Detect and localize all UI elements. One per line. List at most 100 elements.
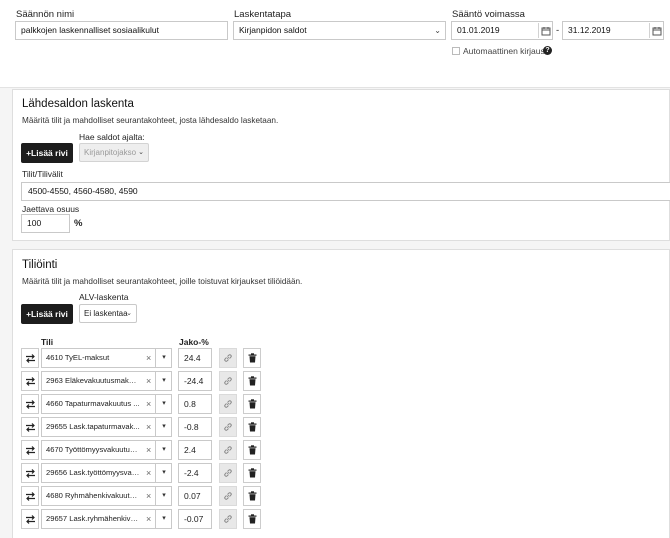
add-row-button[interactable]: +Lisää rivi: [21, 304, 73, 324]
start-date-value: 01.01.2019: [457, 25, 500, 35]
account-select[interactable]: 4660 Tapaturmavakuutus ... × ▾: [41, 394, 172, 414]
link-icon[interactable]: [219, 371, 237, 391]
source-description: Määritä tilit ja mahdolliset seurantakoh…: [22, 116, 279, 125]
rule-header: Säännön nimi palkkojen laskennalliset so…: [0, 0, 670, 88]
posting-description: Määritä tilit ja mahdolliset seurantakoh…: [22, 277, 303, 286]
vat-select-value: Ei laskentaa: [84, 309, 128, 318]
account-select[interactable]: 29656 Lask.työttömyysvak... × ▾: [41, 463, 172, 483]
swap-icon[interactable]: [21, 440, 39, 460]
swap-icon[interactable]: [21, 348, 39, 368]
account-select-value: 4680 Ryhmähenkivakuutus...: [46, 491, 140, 500]
account-select-value: 2963 Eläkevakuutusmaksu ...: [46, 376, 140, 385]
trash-icon[interactable]: [243, 509, 261, 529]
clear-icon[interactable]: ×: [146, 464, 151, 482]
caret-down-icon[interactable]: ▾: [155, 464, 171, 482]
accounts-label: Tilit/Tilivälit: [22, 169, 63, 179]
account-select[interactable]: 29657 Lask.ryhmähenkiva... × ▾: [41, 509, 172, 529]
caret-down-icon[interactable]: ▾: [155, 349, 171, 367]
link-icon[interactable]: [219, 348, 237, 368]
swap-icon[interactable]: [21, 394, 39, 414]
percent-input[interactable]: 0.07: [178, 486, 212, 506]
share-label: Jaettava osuus: [22, 204, 80, 214]
account-select-value: 4660 Tapaturmavakuutus ...: [46, 399, 140, 408]
posting-title: Tiliöinti: [22, 259, 58, 271]
percent-input[interactable]: -0.07: [178, 509, 212, 529]
account-select[interactable]: 4610 TyEL-maksut × ▾: [41, 348, 172, 368]
account-select-value: 29657 Lask.ryhmähenkiva...: [46, 514, 140, 523]
fetch-period-value: Kirjanpitojakso: [84, 148, 137, 157]
account-select-value: 4670 Työttömyysvakuutus ...: [46, 445, 140, 454]
account-select[interactable]: 2963 Eläkevakuutusmaksu ... × ▾: [41, 371, 172, 391]
start-date-input[interactable]: 01.01.2019: [451, 21, 553, 40]
help-icon[interactable]: ?: [543, 46, 552, 55]
account-select[interactable]: 29655 Lask.tapaturmavak... × ▾: [41, 417, 172, 437]
trash-icon[interactable]: [243, 394, 261, 414]
swap-icon[interactable]: [21, 371, 39, 391]
caret-down-icon[interactable]: ▾: [155, 372, 171, 390]
rule-name-input[interactable]: palkkojen laskennalliset sosiaalikulut: [15, 21, 228, 40]
caret-down-icon[interactable]: ▾: [155, 487, 171, 505]
vat-select[interactable]: Ei laskentaa ⌄: [79, 304, 137, 323]
caret-down-icon[interactable]: ▾: [155, 441, 171, 459]
auto-post-label: Automaattinen kirjaus: [463, 46, 545, 56]
account-select[interactable]: 4680 Ryhmähenkivakuutus... × ▾: [41, 486, 172, 506]
trash-icon[interactable]: [243, 440, 261, 460]
percent-input[interactable]: -2.4: [178, 463, 212, 483]
trash-icon[interactable]: [243, 371, 261, 391]
rule-name-label: Säännön nimi: [16, 9, 75, 20]
trash-icon[interactable]: [243, 417, 261, 437]
clear-icon[interactable]: ×: [146, 510, 151, 528]
link-icon[interactable]: [219, 463, 237, 483]
account-select-value: 29655 Lask.tapaturmavak...: [46, 422, 140, 431]
clear-icon[interactable]: ×: [146, 395, 151, 413]
date-separator: -: [556, 25, 560, 36]
percent-input[interactable]: 24.4: [178, 348, 212, 368]
clear-icon[interactable]: ×: [146, 487, 151, 505]
link-icon[interactable]: [219, 440, 237, 460]
link-icon[interactable]: [219, 394, 237, 414]
method-select-value: Kirjanpidon saldot: [239, 25, 307, 35]
percent-input[interactable]: 0.8: [178, 394, 212, 414]
end-date-input[interactable]: 31.12.2019: [562, 21, 664, 40]
calendar-icon[interactable]: [649, 23, 663, 38]
trash-icon[interactable]: [243, 463, 261, 483]
account-select-value: 4610 TyEL-maksut: [46, 353, 110, 362]
clear-icon[interactable]: ×: [146, 349, 151, 367]
calendar-icon[interactable]: [538, 23, 552, 38]
auto-post-checkbox[interactable]: [452, 47, 460, 55]
link-icon[interactable]: [219, 417, 237, 437]
clear-icon[interactable]: ×: [146, 441, 151, 459]
percent-input[interactable]: -24.4: [178, 371, 212, 391]
end-date-value: 31.12.2019: [568, 25, 611, 35]
method-select[interactable]: Kirjanpidon saldot ⌄: [233, 21, 446, 40]
link-icon[interactable]: [219, 486, 237, 506]
fetch-period-label: Hae saldot ajalta:: [79, 132, 145, 142]
clear-icon[interactable]: ×: [146, 372, 151, 390]
account-select-value: 29656 Lask.työttömyysvak...: [46, 468, 140, 477]
fetch-period-select[interactable]: Kirjanpitojakso ⌄: [79, 143, 149, 162]
column-account: Tili: [41, 337, 54, 347]
source-title: Lähdesaldon laskenta: [22, 98, 134, 110]
swap-icon[interactable]: [21, 509, 39, 529]
swap-icon[interactable]: [21, 486, 39, 506]
add-row-button[interactable]: +Lisää rivi: [21, 143, 73, 163]
caret-down-icon[interactable]: ▾: [155, 418, 171, 436]
swap-icon[interactable]: [21, 417, 39, 437]
swap-icon[interactable]: [21, 463, 39, 483]
trash-icon[interactable]: [243, 348, 261, 368]
percent-input[interactable]: 2.4: [178, 440, 212, 460]
accounts-input[interactable]: 4500-4550, 4560-4580, 4590: [21, 182, 670, 201]
percent-input[interactable]: -0.8: [178, 417, 212, 437]
method-label: Laskentatapa: [234, 9, 292, 20]
chevron-down-icon: ⌄: [126, 310, 132, 317]
caret-down-icon[interactable]: ▾: [155, 395, 171, 413]
trash-icon[interactable]: [243, 486, 261, 506]
caret-down-icon[interactable]: ▾: [155, 510, 171, 528]
percent-sign: %: [74, 218, 83, 229]
account-select[interactable]: 4670 Työttömyysvakuutus ... × ▾: [41, 440, 172, 460]
link-icon[interactable]: [219, 509, 237, 529]
vat-label: ALV-laskenta: [79, 292, 129, 302]
clear-icon[interactable]: ×: [146, 418, 151, 436]
share-input[interactable]: 100: [21, 214, 70, 233]
source-card: Lähdesaldon laskenta Määritä tilit ja ma…: [12, 89, 670, 241]
